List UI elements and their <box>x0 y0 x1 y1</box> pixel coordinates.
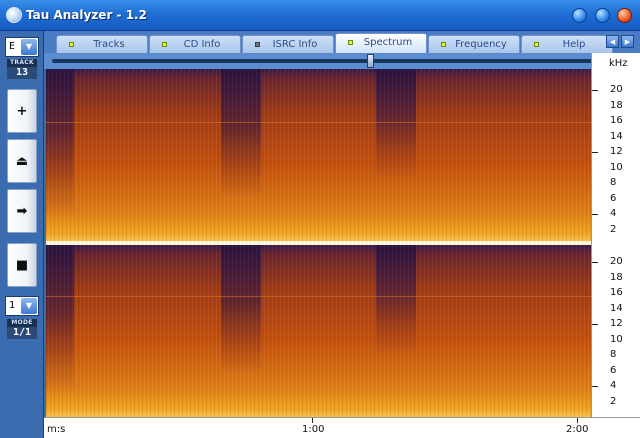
eject-button[interactable]: ⏏ <box>7 139 37 183</box>
play-button[interactable]: ➡ <box>7 189 37 233</box>
tab-cd-info[interactable]: CD Info <box>149 35 241 53</box>
drive-select[interactable]: E ▼ <box>5 37 39 57</box>
tab-spectrum[interactable]: Spectrum <box>335 33 427 53</box>
tab-label: Tracks <box>93 39 125 50</box>
tab-label: ISRC Info <box>272 39 318 50</box>
y-tick-label: 12 <box>610 318 623 329</box>
tab-strip: Tracks CD Info ISRC Info Spectrum Freque… <box>44 31 640 53</box>
tab-label: CD Info <box>183 39 221 50</box>
tab-scroll-left-button[interactable]: ◀ <box>606 35 619 48</box>
y-tick-label: 4 <box>610 380 617 391</box>
time-axis: m:s 1:00 2:00 <box>44 417 640 438</box>
y-tick-label: 16 <box>610 115 623 126</box>
y-tick-label: 12 <box>610 146 623 157</box>
eject-icon: ⏏ <box>15 154 29 169</box>
y-tick-mark <box>592 386 598 387</box>
y-tick-label: 16 <box>610 287 623 298</box>
y-tick-label: 2 <box>610 224 617 235</box>
y-tick-label: 18 <box>610 272 623 283</box>
plus-icon: + <box>16 104 28 119</box>
x-tick-mark <box>577 418 578 423</box>
x-tick-mark <box>312 418 313 423</box>
track-number: 13 <box>7 67 37 79</box>
y-tick-label: 2 <box>610 396 617 407</box>
app-icon <box>6 7 22 23</box>
mode-value: 1/1 <box>7 327 37 339</box>
tab-isrc-info[interactable]: ISRC Info <box>242 35 334 53</box>
tab-label: Spectrum <box>363 37 413 48</box>
y-tick-label: 14 <box>610 303 623 314</box>
chevron-down-icon: ▼ <box>21 39 37 55</box>
spectrogram <box>46 69 591 417</box>
y-tick-label: 10 <box>610 162 623 173</box>
slider-track[interactable] <box>52 59 592 63</box>
stop-button[interactable]: ■ <box>7 243 37 287</box>
drive-select-value: E <box>9 41 16 52</box>
y-tick-label: 14 <box>610 131 623 142</box>
track-label: TRACK <box>7 59 37 67</box>
window-title: Tau Analyzer - 1.2 <box>26 8 147 22</box>
y-tick-label: 20 <box>610 256 623 267</box>
mode-select-value: 1 <box>9 300 16 311</box>
mode-label: MODE <box>7 319 37 327</box>
minimize-button[interactable] <box>572 8 587 23</box>
tab-scroll-right-button[interactable]: ▶ <box>621 35 634 48</box>
y-tick-label: 8 <box>610 177 617 188</box>
y-tick-mark <box>592 214 598 215</box>
y-tick-mark <box>592 262 598 263</box>
arrow-right-icon: ➡ <box>16 204 28 219</box>
spectrogram-canvas <box>46 69 591 417</box>
tab-help[interactable]: Help <box>521 35 613 53</box>
close-button[interactable] <box>617 8 632 23</box>
y-tick-label: 4 <box>610 208 617 219</box>
y-tick-label: 10 <box>610 334 623 345</box>
add-button[interactable]: + <box>7 89 37 133</box>
y-tick-label: 8 <box>610 349 617 360</box>
maximize-button[interactable] <box>595 8 610 23</box>
x-tick-label: 2:00 <box>566 424 589 435</box>
time-axis-unit: m:s <box>47 424 66 435</box>
y-tick-label: 20 <box>610 84 623 95</box>
y-tick-label: 6 <box>610 365 617 376</box>
y-tick-label: 18 <box>610 100 623 111</box>
tab-label: Help <box>562 39 586 50</box>
y-tick-mark <box>592 324 598 325</box>
frequency-axis-unit: kHz <box>609 58 628 69</box>
tab-tracks[interactable]: Tracks <box>56 35 148 53</box>
title-bar: Tau Analyzer - 1.2 <box>0 0 640 31</box>
stop-icon: ■ <box>15 258 29 273</box>
position-slider[interactable] <box>44 53 600 69</box>
tab-label: Frequency <box>455 39 507 50</box>
frequency-axis: kHz 20 18 16 14 12 10 8 6 4 2 20 18 16 1… <box>591 53 640 418</box>
mode-select[interactable]: 1 ▼ <box>5 296 39 316</box>
control-panel: E ▼ TRACK 13 + ⏏ ➡ ■ 1 ▼ MODE 1/1 <box>0 31 44 438</box>
y-tick-label: 6 <box>610 193 617 204</box>
y-tick-mark <box>592 152 598 153</box>
slider-thumb[interactable] <box>367 54 375 68</box>
tab-frequency[interactable]: Frequency <box>428 35 520 53</box>
x-tick-label: 1:00 <box>302 424 325 435</box>
chevron-down-icon: ▼ <box>21 298 37 314</box>
y-tick-mark <box>592 90 598 91</box>
